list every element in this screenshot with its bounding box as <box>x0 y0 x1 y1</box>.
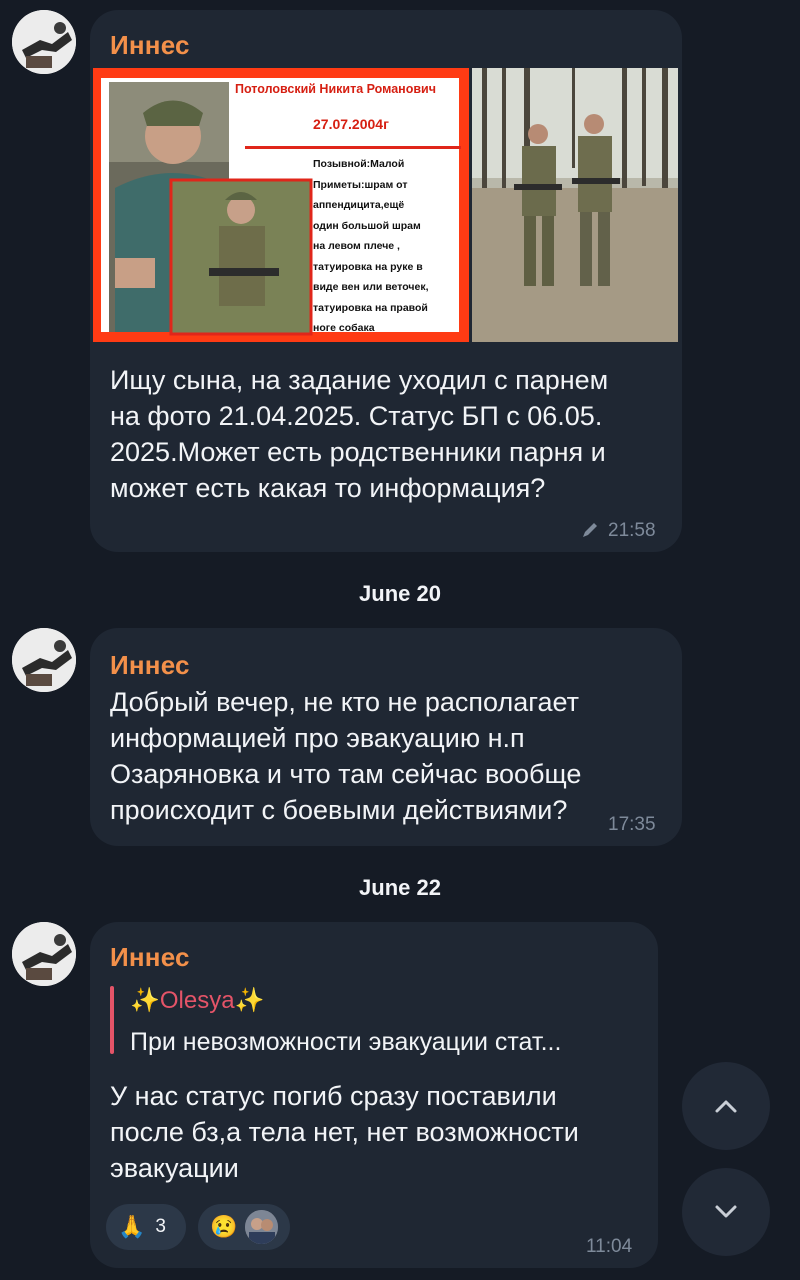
date-separator: June 20 <box>359 581 441 606</box>
message-line: Озаряновка и что там сейчас вообще <box>110 759 582 789</box>
message-text: Добрый вечер, не кто не располагает инфо… <box>110 684 581 828</box>
photo-two-soldiers[interactable] <box>472 68 678 342</box>
message-bubble[interactable]: Иннес Потоловский Никита Романович 27.07… <box>90 10 682 552</box>
avatar-image <box>12 628 76 692</box>
reaction-crying[interactable]: 😢 <box>198 1204 290 1250</box>
reply-author: ✨Olesya✨ <box>130 987 265 1014</box>
message-bubble[interactable]: Иннес ✨Olesya✨ При невозможности эвакуац… <box>90 922 658 1268</box>
message-line: после бз,а тела нет, нет возможности <box>110 1117 579 1147</box>
poster-line: ноге собака <box>313 322 375 334</box>
message-line: может есть какая то информация? <box>110 473 546 503</box>
poster-line: Приметы:шрам от <box>313 178 408 191</box>
message-line: 2025.Может есть родственники парня и <box>110 437 606 467</box>
poster-line: аппендицита,ещё <box>313 199 405 211</box>
avatar[interactable] <box>12 628 76 692</box>
scroll-down-button[interactable] <box>682 1168 770 1256</box>
pray-emoji-icon: 🙏 <box>118 1214 146 1239</box>
message-time: 21:58 <box>608 520 656 541</box>
crying-emoji-icon: 😢 <box>210 1214 238 1239</box>
message-line: Добрый вечер, не кто не располагает <box>110 687 579 717</box>
message-text: У нас статус погиб сразу поставили после… <box>110 1078 579 1186</box>
photo-missing-poster[interactable]: Потоловский Никита Романович 27.07.2004г… <box>93 68 469 342</box>
message-line: происходит с боевыми действиями? <box>110 795 568 825</box>
sender-name[interactable]: Иннес <box>110 650 190 681</box>
poster-line: татуировка на руке в <box>313 260 423 273</box>
message-line: информацией про эвакуацию н.п <box>110 723 525 753</box>
poster-name: Потоловский Никита Романович <box>235 82 436 96</box>
scroll-up-button[interactable] <box>682 1062 770 1150</box>
poster-date: 27.07.2004г <box>313 116 389 132</box>
message-text: Ищу сына, на задание уходил с парнем на … <box>110 362 608 506</box>
poster-line: один большой шрам <box>313 219 421 232</box>
poster-line: татуировка на правой <box>313 301 428 314</box>
reactor-avatar <box>245 1210 278 1244</box>
sender-name[interactable]: Иннес <box>110 30 190 61</box>
message-line: Ищу сына, на задание уходил с парнем <box>110 365 609 395</box>
poster-line: виде вен или веточек, <box>313 281 429 293</box>
reply-snippet: При невозможности эвакуации стат... <box>130 1028 562 1056</box>
avatar-image <box>12 10 76 74</box>
reply-accent-bar <box>110 986 114 1054</box>
message-line: на фото 21.04.2025. Статус БП с 06.05. <box>110 401 603 431</box>
poster-line: Позывной:Малой <box>313 158 405 170</box>
message-line: У нас статус погиб сразу поставили <box>110 1081 557 1111</box>
avatar[interactable] <box>12 922 76 986</box>
chevron-down-icon <box>715 1205 737 1218</box>
date-separator: June 22 <box>359 875 441 900</box>
message-bubble[interactable]: Иннес Добрый вечер, не кто не располагае… <box>90 628 682 846</box>
sender-name[interactable]: Иннес <box>110 942 190 973</box>
message-time: 17:35 <box>608 814 656 835</box>
poster-description: Позывной:Малой Приметы:шрам от аппендици… <box>313 154 463 339</box>
poster-line: на левом плече , <box>313 240 400 252</box>
forest-photo-graphics <box>472 68 678 342</box>
pencil-icon <box>580 520 600 545</box>
reaction-count: 3 <box>155 1216 166 1237</box>
avatar[interactable] <box>12 10 76 74</box>
message-line: эвакуации <box>110 1153 239 1183</box>
poster-divider <box>245 146 461 149</box>
reaction-pray[interactable]: 🙏 3 <box>106 1204 186 1250</box>
avatar-image <box>12 922 76 986</box>
message-time: 11:04 <box>586 1236 633 1257</box>
chevron-up-icon <box>715 1100 737 1113</box>
